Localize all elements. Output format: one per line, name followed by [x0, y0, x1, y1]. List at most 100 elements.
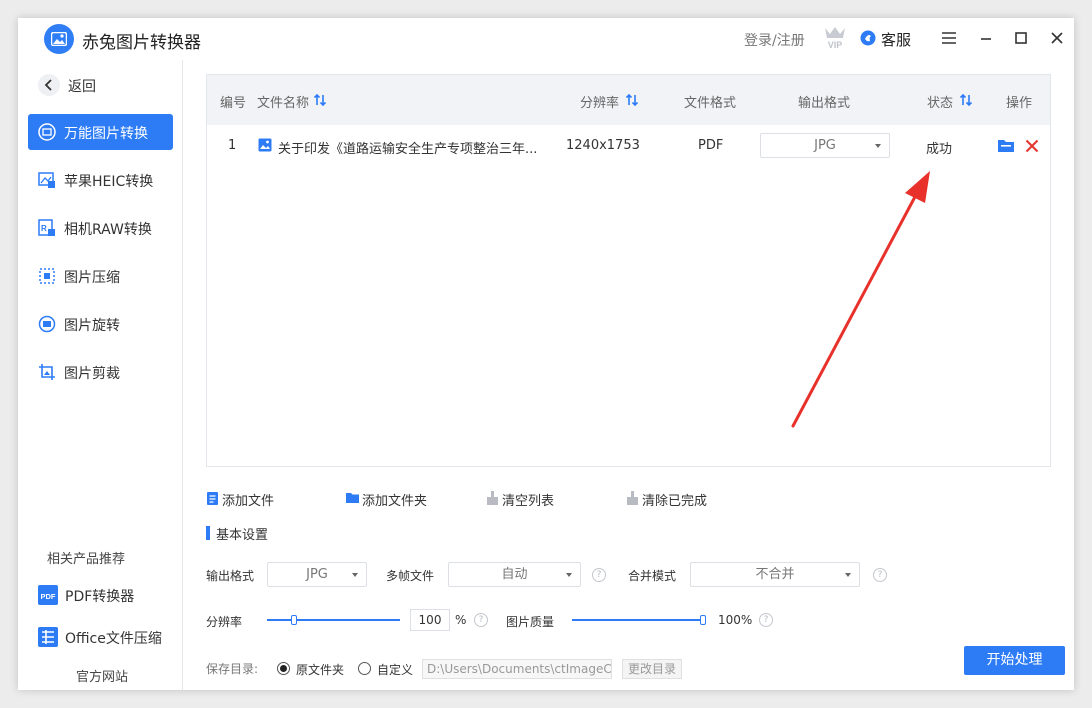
sidebar-item-compress[interactable]: 图片压缩 [28, 258, 173, 294]
sort-icon[interactable] [959, 93, 973, 107]
open-folder-icon[interactable] [998, 139, 1014, 153]
help-icon[interactable]: ? [759, 613, 773, 627]
related-item-label: Office文件压缩 [65, 631, 162, 647]
row-resolution: 1240x1753 [566, 138, 640, 153]
crop-icon [38, 363, 56, 381]
save-path-input[interactable]: D:\Users\Documents\ctImageCc [422, 659, 612, 679]
sidebar-item-crop[interactable]: 图片剪裁 [28, 354, 173, 390]
sidebar-item-label: 图片旋转 [64, 318, 120, 334]
section-marker [206, 526, 210, 540]
row-status: 成功 [926, 142, 953, 157]
image-file-icon [258, 138, 272, 152]
multiframe-select[interactable]: 自动 [448, 562, 581, 587]
col-resolution[interactable]: 分辨率 [580, 92, 619, 111]
col-status[interactable]: 状态 [927, 92, 953, 111]
clear-list-label: 清空列表 [502, 494, 555, 509]
multiframe-label: 多帧文件 [386, 569, 435, 583]
sort-icon[interactable] [625, 93, 639, 107]
custom-folder-radio[interactable] [358, 662, 371, 675]
merge-mode-select[interactable]: 不合并 [690, 562, 860, 587]
select-value: JPG [814, 138, 836, 153]
row-file-format: PDF [698, 138, 724, 153]
table-header: 编号 文件名称 分辨率 文件格式 输出格式 状态 操作 [207, 75, 1050, 125]
resolution-input[interactable]: 100 [410, 609, 450, 631]
sidebar-item-image-convert[interactable]: 万能图片转换 [28, 114, 173, 150]
quality-slider[interactable] [572, 619, 703, 621]
select-value: 自动 [501, 567, 528, 582]
official-website-link[interactable]: 官方网站 [76, 666, 128, 685]
login-register-link[interactable]: 登录/注册 [744, 30, 805, 50]
add-file-icon [206, 491, 219, 505]
help-icon[interactable]: ? [592, 568, 606, 582]
original-folder-label[interactable]: 原文件夹 [296, 661, 344, 678]
svg-text:VIP: VIP [828, 40, 843, 50]
output-format-select[interactable]: JPG [267, 562, 367, 587]
add-file-label: 添加文件 [222, 494, 275, 509]
sidebar: 返回 万能图片转换 苹果HEIC转换 R 相机RAW转换 图片压缩 图片旋转 图… [18, 60, 183, 690]
help-icon[interactable]: ? [873, 568, 887, 582]
image-convert-icon [38, 123, 56, 141]
change-dir-button[interactable]: 更改目录 [622, 659, 682, 679]
sidebar-item-label: 图片剪裁 [64, 366, 120, 382]
col-file-name[interactable]: 文件名称 [257, 92, 309, 111]
sidebar-item-label: 图片压缩 [64, 270, 120, 286]
close-icon[interactable] [1047, 28, 1067, 48]
merge-mode-label: 合并模式 [628, 569, 677, 583]
broom-icon [486, 491, 499, 505]
office-icon [38, 627, 58, 647]
col-file-format: 文件格式 [684, 96, 737, 111]
chevron-down-icon [875, 144, 881, 148]
raw-icon: R [38, 219, 56, 237]
quality-slider-handle[interactable] [700, 615, 706, 625]
select-value: 不合并 [755, 567, 795, 582]
rotate-icon [38, 315, 56, 333]
folder-icon [346, 491, 359, 505]
col-output-format: 输出格式 [798, 96, 851, 111]
col-action: 操作 [1006, 96, 1033, 111]
related-item-label: PDF转换器 [65, 589, 135, 605]
svg-text:PDF: PDF [41, 592, 56, 601]
add-folder-label: 添加文件夹 [362, 494, 428, 509]
vip-crown-icon[interactable]: VIP [822, 24, 848, 50]
row-file-name: 关于印发《道路运输安全生产专项整治三年... [278, 142, 538, 157]
sidebar-item-label: 相机RAW转换 [64, 222, 152, 238]
basic-settings-title: 基本设置 [216, 528, 269, 543]
related-products-title: 相关产品推荐 [47, 552, 126, 567]
chevron-down-icon [352, 573, 358, 577]
heic-icon [38, 171, 56, 189]
app-window: 赤兔图片转换器 登录/注册 VIP 客服 返回 万能图片转换 苹果HEIC转换 … [18, 18, 1074, 690]
delete-icon[interactable] [1025, 139, 1039, 153]
resolution-label: 分辨率 [206, 615, 243, 629]
pdf-icon: PDF [38, 585, 58, 605]
original-folder-radio[interactable] [277, 662, 290, 675]
table-row[interactable]: 1 关于印发《道路运输安全生产专项整治三年... 1240x1753 PDF J… [207, 125, 1050, 167]
custom-folder-label[interactable]: 自定义 [377, 661, 413, 678]
compress-icon [38, 267, 56, 285]
minimize-icon[interactable] [976, 28, 996, 48]
row-output-format-select[interactable]: JPG [760, 133, 890, 158]
customer-service-link[interactable]: 客服 [881, 29, 911, 50]
maximize-icon[interactable] [1011, 28, 1031, 48]
app-logo-icon [44, 24, 74, 54]
sidebar-item-label: 万能图片转换 [64, 126, 148, 142]
clear-completed-label: 清除已完成 [642, 494, 708, 509]
customer-service-icon[interactable] [860, 30, 876, 46]
chevron-down-icon [845, 573, 851, 577]
resolution-slider[interactable] [267, 619, 400, 621]
sidebar-item-heic[interactable]: 苹果HEIC转换 [28, 162, 173, 198]
sidebar-item-label: 苹果HEIC转换 [64, 174, 154, 190]
output-format-label: 输出格式 [206, 569, 255, 583]
chevron-down-icon [566, 573, 572, 577]
sidebar-item-raw[interactable]: R 相机RAW转换 [28, 210, 173, 246]
col-index: 编号 [220, 96, 247, 111]
help-icon[interactable]: ? [474, 613, 488, 627]
resolution-slider-handle[interactable] [290, 615, 297, 625]
broom-icon [626, 491, 639, 505]
sort-icon[interactable] [313, 93, 327, 107]
menu-icon[interactable] [939, 28, 959, 48]
row-index: 1 [228, 138, 237, 153]
quality-value: 100% [718, 613, 753, 627]
sidebar-item-rotate[interactable]: 图片旋转 [28, 306, 173, 342]
annotation-arrow [791, 171, 930, 428]
start-button[interactable]: 开始处理 [964, 646, 1065, 675]
